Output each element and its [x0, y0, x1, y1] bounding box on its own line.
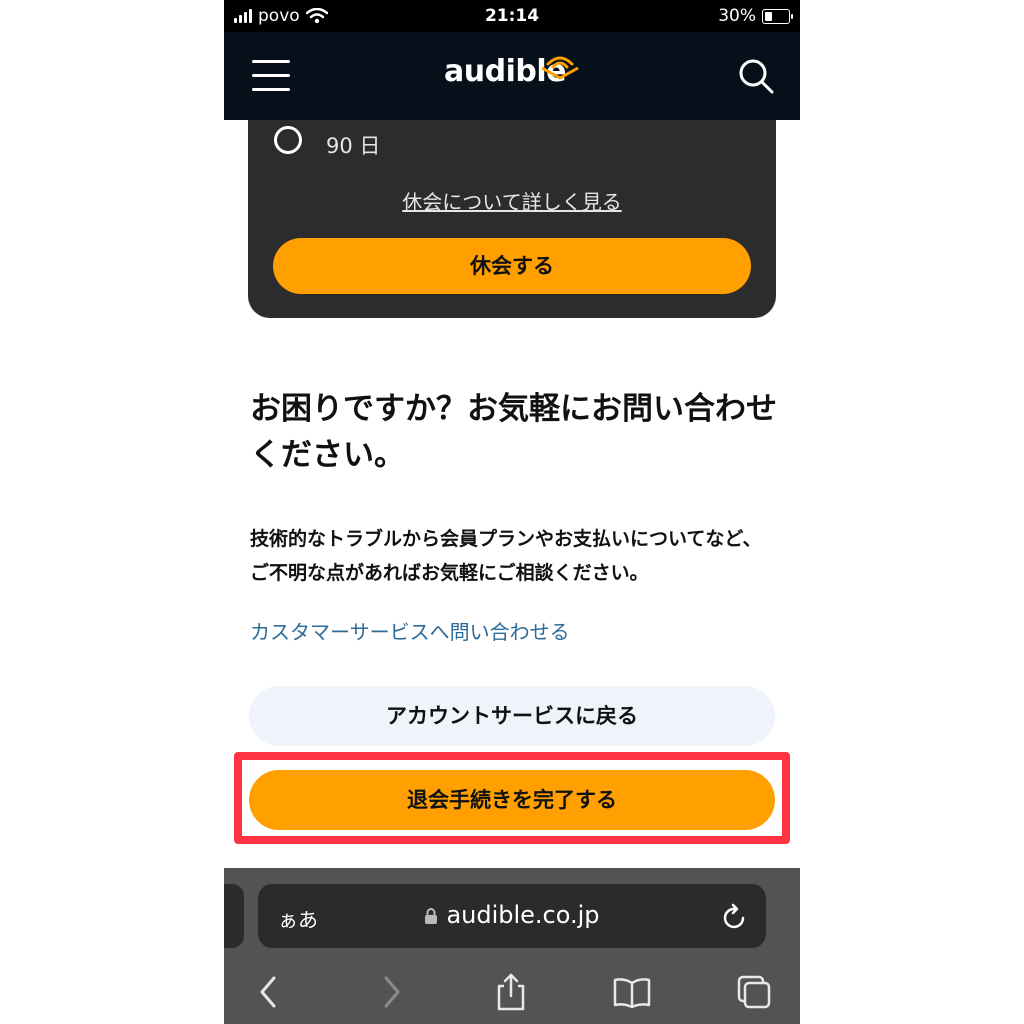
site-header: audible	[224, 32, 800, 120]
address-bar[interactable]: ぁあ audible.co.jp	[258, 884, 766, 948]
customer-service-link[interactable]: カスタマーサービスへ問い合わせる	[250, 616, 570, 645]
reload-icon[interactable]	[722, 902, 748, 930]
battery-percent: 30%	[718, 6, 756, 26]
pause-membership-card: 90 日 休会について詳しく見る 休会する	[248, 120, 776, 318]
back-to-account-button[interactable]: アカウントサービスに戻る	[249, 686, 775, 746]
status-bar: povo 21:14 30%	[224, 0, 800, 32]
url-text: audible.co.jp	[446, 901, 600, 929]
audible-logo-icon	[541, 56, 579, 80]
radio-90-days[interactable]	[274, 126, 302, 154]
tabs-icon[interactable]	[734, 972, 774, 1012]
battery-icon	[762, 8, 793, 24]
hamburger-icon[interactable]	[252, 60, 290, 92]
back-arrow-icon[interactable]	[256, 972, 280, 1012]
complete-cancel-button[interactable]: 退会手続きを完了する	[249, 770, 775, 830]
phone-screen: povo 21:14 30% audible 90 日 休会について詳しく見る …	[224, 0, 800, 1024]
forward-arrow-icon[interactable]	[380, 972, 404, 1012]
search-icon[interactable]	[736, 56, 776, 96]
url-display[interactable]: audible.co.jp	[258, 901, 766, 929]
share-icon[interactable]	[494, 972, 528, 1012]
radio-90-days-label: 90 日	[326, 134, 381, 158]
previous-tab[interactable]	[224, 884, 244, 948]
browser-bottom-bar: ぁあ audible.co.jp	[224, 868, 800, 1024]
status-time: 21:14	[484, 6, 540, 26]
status-right: 30%	[718, 6, 793, 26]
help-title: お困りですか？お気軽にお問い合わせください。	[250, 391, 777, 473]
help-body: 技術的なトラブルから会員プランやお支払いについてなど、ご不明な点があればお気軽に…	[250, 528, 762, 584]
pause-learn-more-link[interactable]: 休会について詳しく見る	[248, 186, 776, 215]
browser-toolbar	[224, 968, 800, 1018]
bookmarks-icon[interactable]	[612, 972, 652, 1012]
lock-icon	[425, 908, 438, 924]
pause-button[interactable]: 休会する	[273, 238, 751, 294]
